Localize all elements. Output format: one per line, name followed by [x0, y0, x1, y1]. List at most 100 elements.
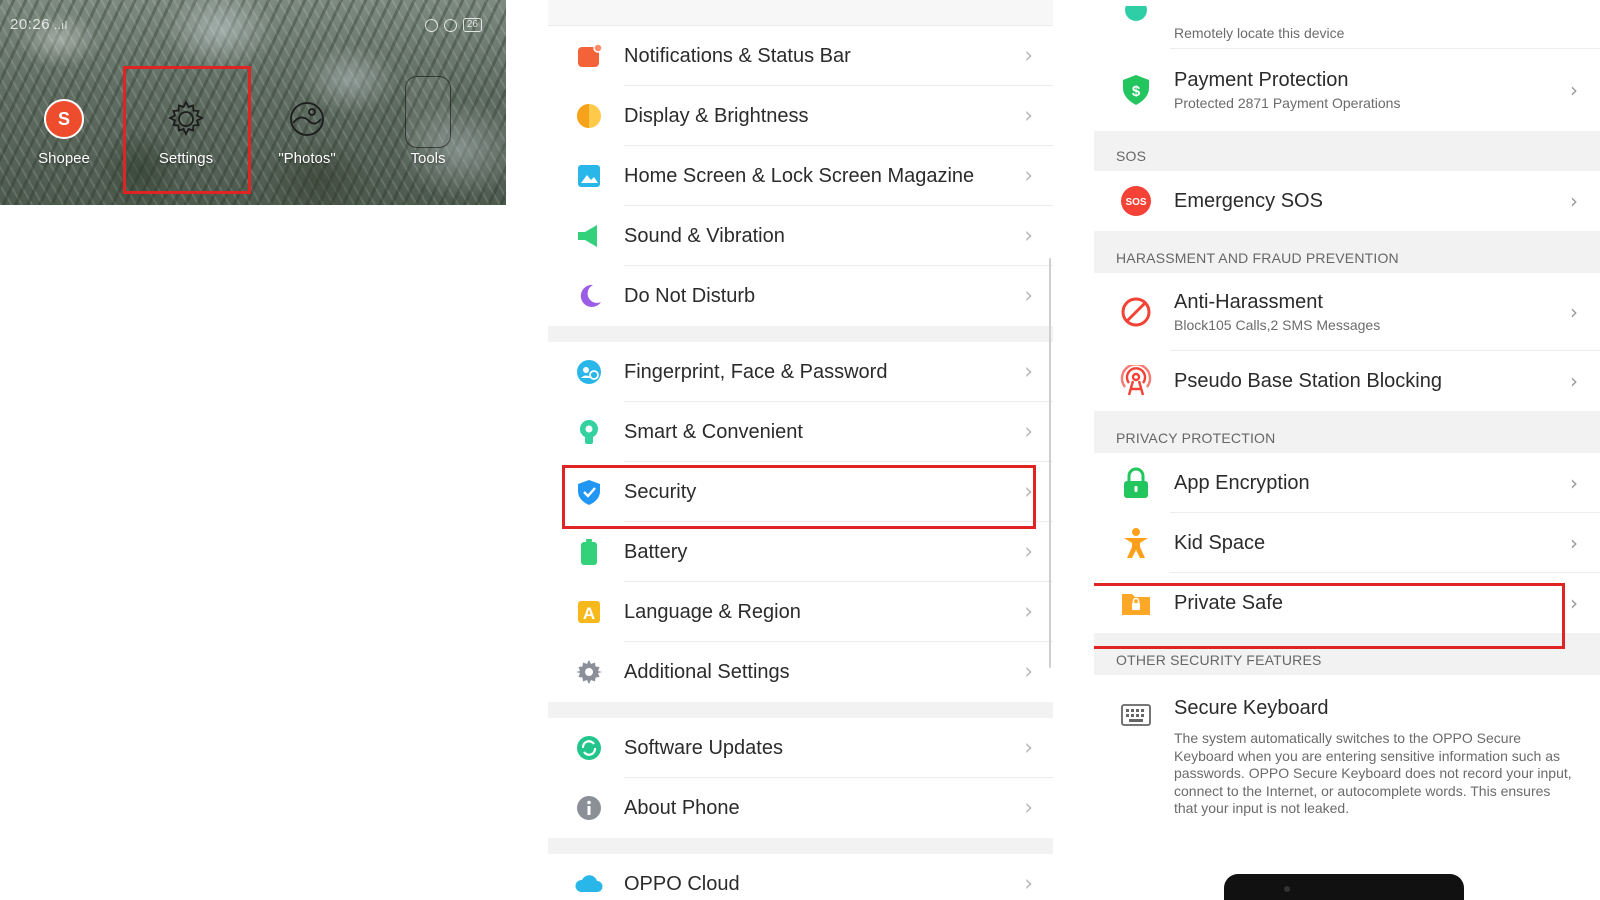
svg-text:$: $: [1132, 83, 1141, 100]
chevron-right-icon: ›: [1570, 78, 1578, 102]
settings-item-oppo-cloud[interactable]: OPPO Cloud ›: [548, 854, 1053, 900]
section-header-harassment: HARASSMENT AND FRAUD PREVENTION: [1094, 231, 1600, 273]
app-tools-folder[interactable]: Tools: [373, 76, 483, 167]
home-screen-panel: 20:26 ..ıl 26 S Shopee Settings "Photos"…: [0, 0, 506, 205]
app-encryption-row[interactable]: App Encryption ›: [1094, 453, 1600, 513]
chevron-right-icon: ›: [1024, 103, 1033, 129]
brightness-icon: [574, 101, 604, 131]
emergency-sos-title: Emergency SOS: [1174, 189, 1323, 212]
settings-item-label: Home Screen & Lock Screen Magazine: [624, 164, 975, 187]
location-icon: [1120, 5, 1152, 37]
battery-indicator: 26: [462, 18, 482, 32]
chevron-right-icon: ›: [1024, 163, 1033, 189]
settings-item-label: Additional Settings: [624, 660, 790, 683]
security-panel: Remotely locate this device $ Payment Pr…: [1094, 0, 1600, 900]
chevron-right-icon: ›: [1024, 599, 1033, 625]
chevron-right-icon: ›: [1024, 419, 1033, 445]
gear-icon: [163, 96, 209, 142]
section-gap: [548, 326, 1053, 342]
signal-icon: ..ıl: [54, 20, 68, 32]
section-header-other: OTHER SECURITY FEATURES: [1094, 633, 1600, 675]
settings-item-home-screen[interactable]: Home Screen & Lock Screen Magazine ›: [548, 146, 1053, 206]
settings-item-label: Smart & Convenient: [624, 420, 803, 443]
language-icon: A: [574, 597, 604, 627]
settings-item-label: Notifications & Status Bar: [624, 44, 851, 67]
settings-item-about-phone[interactable]: About Phone ›: [548, 778, 1053, 838]
settings-item-label: Fingerprint, Face & Password: [624, 360, 888, 383]
settings-item-label: Battery: [624, 540, 688, 563]
chevron-right-icon: ›: [1024, 479, 1033, 505]
folder-lock-icon: [1120, 587, 1152, 619]
settings-item-security[interactable]: Security ›: [548, 462, 1053, 522]
private-safe-row[interactable]: Private Safe ›: [1094, 573, 1600, 633]
private-safe-title: Private Safe: [1174, 591, 1283, 614]
folder-icon: [405, 76, 451, 148]
settings-top-strip: [548, 0, 1053, 26]
chevron-right-icon: ›: [1570, 369, 1578, 393]
antenna-icon: [1120, 365, 1152, 397]
photos-icon: [284, 96, 330, 142]
status-time: 20:26: [10, 16, 51, 33]
shopee-bag-icon: S: [41, 96, 87, 142]
phone-illustration: [1224, 874, 1464, 900]
app-label: Settings: [158, 150, 214, 167]
settings-item-label: OPPO Cloud: [624, 872, 740, 895]
scrollbar[interactable]: [1049, 258, 1051, 668]
settings-item-battery[interactable]: Battery ›: [548, 522, 1053, 582]
settings-item-label: Display & Brightness: [624, 104, 809, 127]
chevron-right-icon: ›: [1570, 300, 1578, 324]
payment-protection-row[interactable]: $ Payment Protection Protected 2871 Paym…: [1094, 49, 1600, 131]
pseudo-base-station-row[interactable]: Pseudo Base Station Blocking ›: [1094, 351, 1600, 411]
app-encryption-title: App Encryption: [1174, 471, 1310, 494]
info-icon: [574, 793, 604, 823]
settings-item-additional[interactable]: Additional Settings ›: [548, 642, 1053, 702]
cloud-icon: [574, 869, 604, 899]
emergency-sos-row[interactable]: SOS Emergency SOS ›: [1094, 171, 1600, 231]
lock-icon: [1120, 467, 1152, 499]
anti-harassment-subtitle: Block105 Calls,2 SMS Messages: [1174, 317, 1381, 333]
app-label: Shopee: [38, 150, 90, 167]
app-photos[interactable]: "Photos": [252, 96, 362, 167]
anti-harassment-title: Anti-Harassment: [1174, 291, 1323, 313]
app-label: "Photos": [278, 150, 336, 167]
update-icon: [574, 733, 604, 763]
settings-item-sound[interactable]: Sound & Vibration ›: [548, 206, 1053, 266]
settings-item-label: About Phone: [624, 796, 740, 819]
payment-protection-subtitle: Protected 2871 Payment Operations: [1174, 95, 1401, 111]
app-shopee[interactable]: S Shopee: [9, 96, 119, 167]
battery-icon: [574, 537, 604, 567]
app-label: Tools: [410, 150, 446, 167]
settings-item-language[interactable]: A Language & Region ›: [548, 582, 1053, 642]
find-device-row[interactable]: Remotely locate this device: [1094, 0, 1600, 49]
chevron-right-icon: ›: [1570, 189, 1578, 213]
wifi-icon: [424, 18, 438, 32]
settings-item-notifications[interactable]: Notifications & Status Bar ›: [548, 26, 1053, 86]
app-settings[interactable]: Settings: [131, 96, 241, 167]
settings-item-smart[interactable]: Smart & Convenient ›: [548, 402, 1053, 462]
chevron-right-icon: ›: [1024, 359, 1033, 385]
settings-item-do-not-disturb[interactable]: Do Not Disturb ›: [548, 266, 1053, 326]
chevron-right-icon: ›: [1024, 871, 1033, 897]
fingerprint-icon: [574, 357, 604, 387]
settings-item-fingerprint[interactable]: Fingerprint, Face & Password ›: [548, 342, 1053, 402]
settings-item-software-updates[interactable]: Software Updates ›: [548, 718, 1053, 778]
chevron-right-icon: ›: [1024, 283, 1033, 309]
payment-shield-icon: $: [1120, 74, 1152, 106]
secure-keyboard-description: The system automatically switches to the…: [1174, 730, 1572, 816]
pseudo-base-station-title: Pseudo Base Station Blocking: [1174, 369, 1442, 392]
settings-item-display[interactable]: Display & Brightness ›: [548, 86, 1053, 146]
secure-keyboard-row[interactable]: Secure Keyboard The system automatically…: [1094, 675, 1600, 855]
chevron-right-icon: ›: [1024, 659, 1033, 685]
notifications-icon: [574, 41, 604, 71]
block-icon: [1120, 296, 1152, 328]
settings-item-label: Do Not Disturb: [624, 284, 756, 307]
sos-badge-text: SOS: [1125, 197, 1146, 208]
svg-text:A: A: [583, 604, 595, 623]
kid-space-row[interactable]: Kid Space ›: [1094, 513, 1600, 573]
chevron-right-icon: ›: [1024, 539, 1033, 565]
section-gap: [548, 702, 1053, 718]
payment-protection-title: Payment Protection: [1174, 69, 1349, 91]
moon-icon: [574, 281, 604, 311]
anti-harassment-row[interactable]: Anti-Harassment Block105 Calls,2 SMS Mes…: [1094, 273, 1600, 351]
chevron-right-icon: ›: [1570, 531, 1578, 555]
